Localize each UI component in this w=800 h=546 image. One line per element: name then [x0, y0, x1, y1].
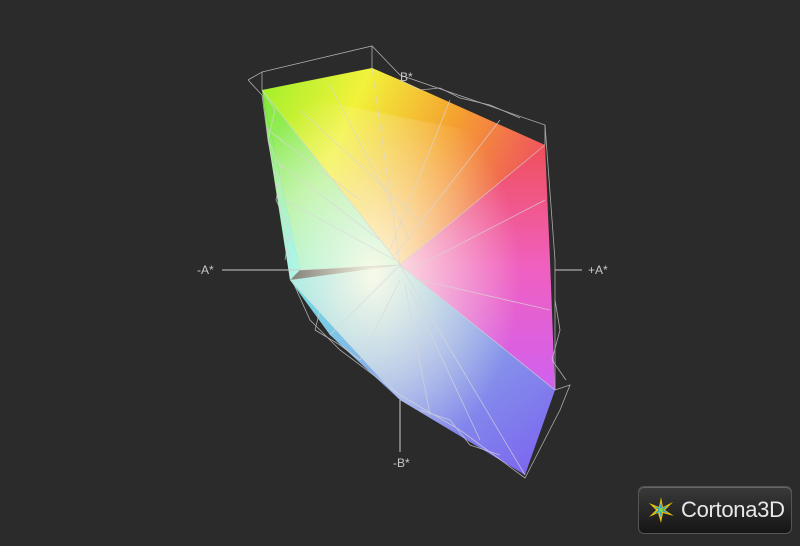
gamut-center-glow — [262, 90, 555, 475]
cortona3d-logo-button[interactable]: Cortona3D — [638, 486, 792, 534]
brand-name: Cortona3D — [681, 497, 785, 522]
axis-label-pos-a: +A* — [588, 263, 608, 277]
axis-label-pos-b: B* — [400, 70, 413, 84]
3d-gamut-viewport[interactable]: -A* +A* B* -B* — [0, 0, 800, 541]
cortona-star-icon — [649, 497, 674, 523]
axis-label-neg-b: -B* — [393, 456, 410, 470]
axis-label-neg-a: -A* — [197, 263, 214, 277]
